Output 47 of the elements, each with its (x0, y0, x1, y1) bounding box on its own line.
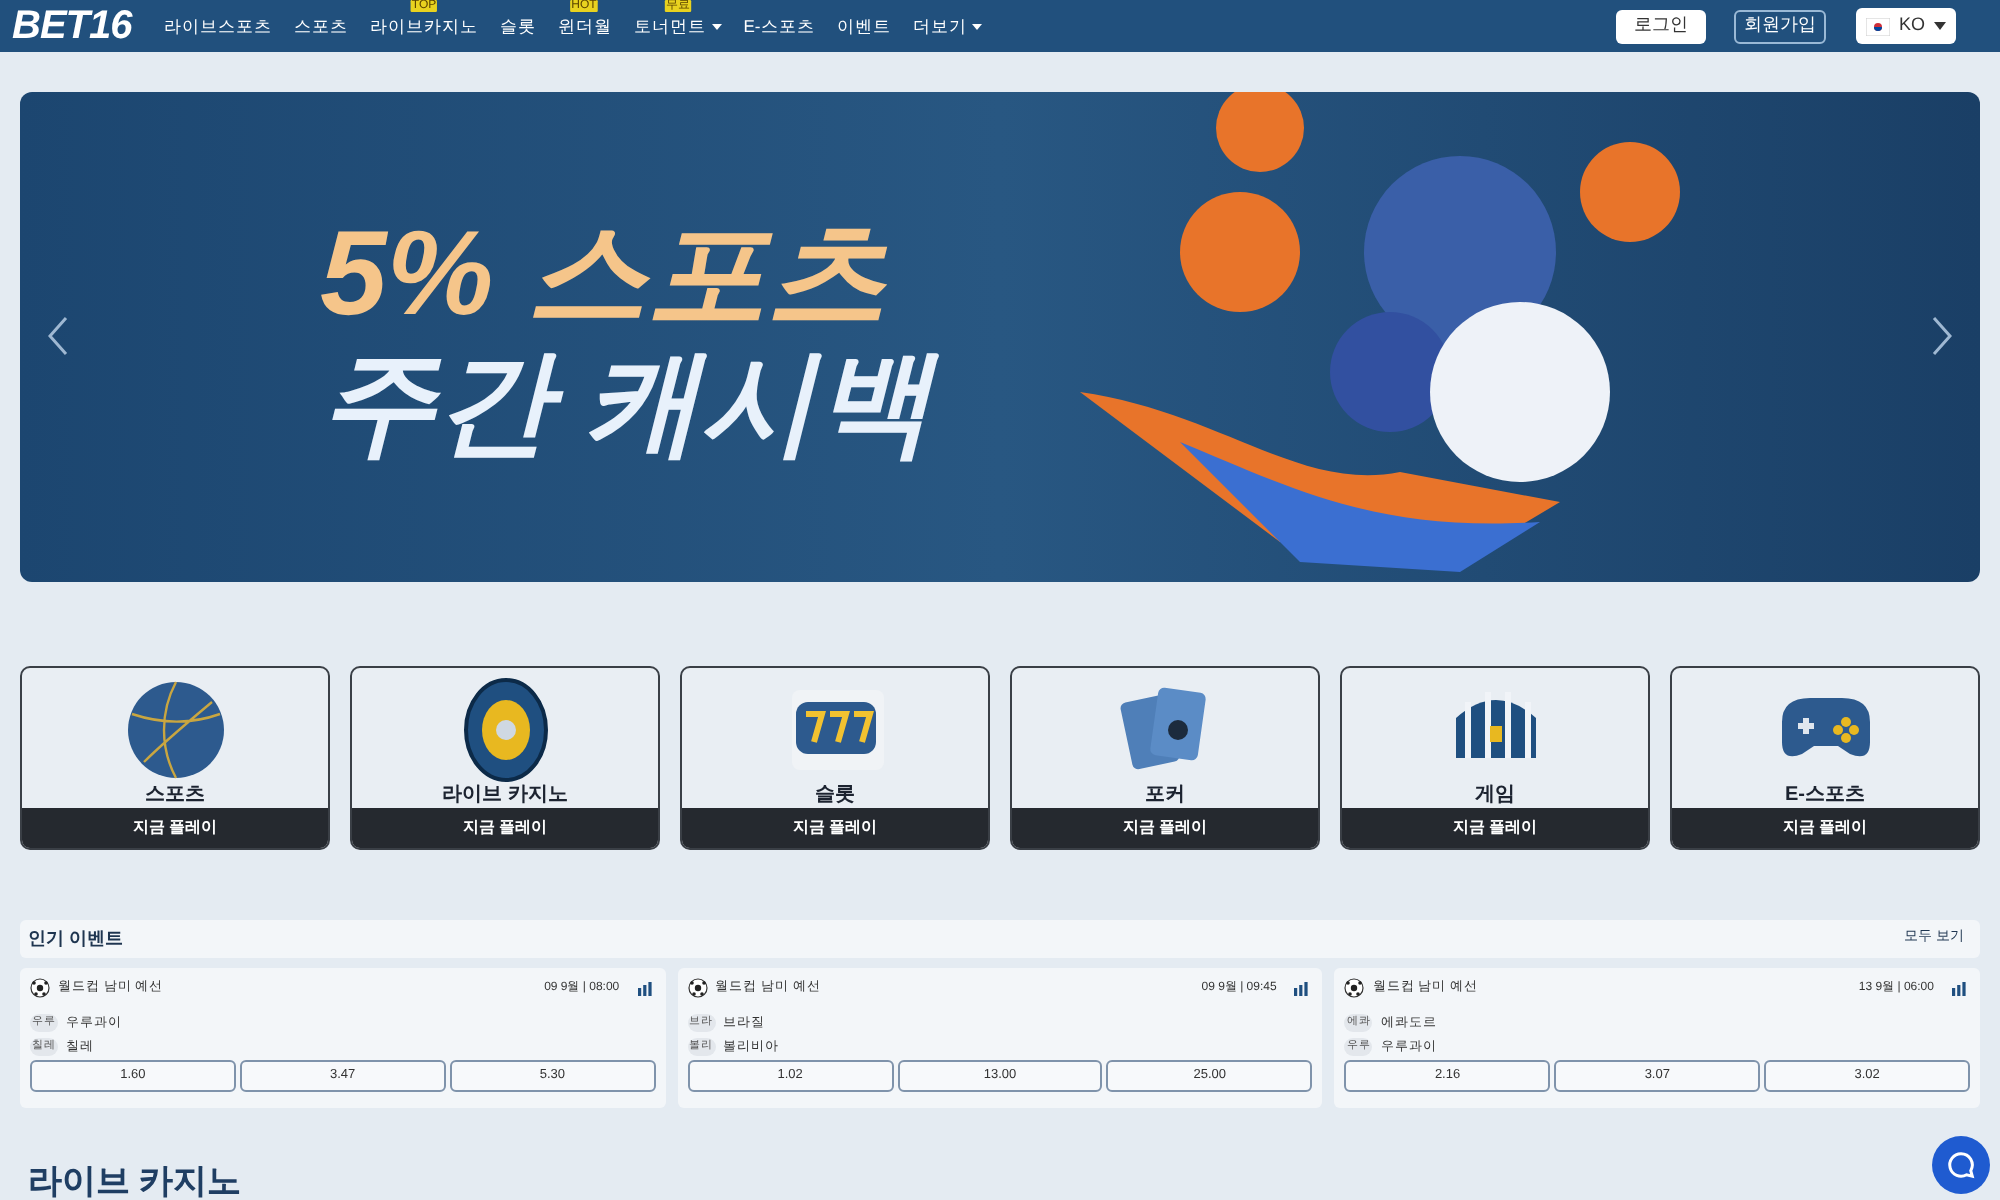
category-title: E-스포츠 (1785, 786, 1865, 806)
play-now-button[interactable]: 지금 플레이 (682, 808, 988, 848)
chevron-right-icon[interactable] (1932, 316, 1952, 356)
nav-link[interactable]: E-스포츠 (743, 13, 815, 39)
category-card[interactable]: 슬롯 지금 플레이 (680, 666, 990, 850)
play-now-button[interactable]: 지금 플레이 (22, 808, 328, 848)
category-title: 슬롯 (815, 786, 855, 806)
logo[interactable]: BET16 (12, 0, 132, 56)
category-title: 라이브 카지노 (442, 786, 568, 806)
stats-icon[interactable] (1294, 981, 1309, 995)
nav-link[interactable]: 토너먼트 (633, 13, 706, 39)
language-select[interactable]: KO (1856, 8, 1956, 44)
play-now-button[interactable]: 지금 플레이 (352, 808, 658, 848)
chevron-left-icon[interactable] (48, 316, 68, 356)
category-title: 스포츠 (145, 786, 205, 806)
stats-icon[interactable] (637, 981, 652, 995)
nav-link[interactable]: 이벤트 (836, 13, 891, 39)
category-title: 게임 (1475, 786, 1515, 806)
flag-icon (1866, 17, 1891, 35)
nav-link[interactable]: 라이브스포츠 (163, 13, 272, 39)
soccer-ball-icon (30, 978, 50, 998)
nav-link[interactable]: 라이브카지노 (369, 13, 478, 39)
chat-icon (1946, 1150, 1976, 1180)
category-card[interactable]: 게임 지금 플레이 (1340, 666, 1650, 850)
play-now-button[interactable]: 지금 플레이 (1342, 808, 1648, 848)
section-title: 인기 이벤트 (28, 925, 124, 952)
nav-link[interactable]: 슬롯 (499, 13, 536, 39)
category-card[interactable]: E-스포츠 지금 플레이 (1670, 666, 1980, 850)
nav-link[interactable]: 스포츠 (293, 13, 348, 39)
category-card[interactable]: 스포츠 지금 플레이 (20, 666, 330, 850)
nav-link[interactable]: 윈더월 (557, 13, 612, 39)
category-title: 포커 (1145, 786, 1185, 806)
signup-button[interactable]: 회원가입 (1734, 9, 1826, 43)
soccer-ball-icon (687, 978, 708, 998)
soccer-ball-icon (1344, 978, 1365, 998)
login-button[interactable]: 로그인 (1616, 9, 1706, 43)
caret-icon (1933, 22, 1945, 30)
play-now-button[interactable]: 지금 플레이 (1672, 808, 1978, 848)
chat-button[interactable] (1932, 1136, 1990, 1194)
section-title: 라이브 카지노 (28, 1160, 242, 1200)
banner-headline: 5% 스포츠 (320, 213, 887, 333)
category-card[interactable]: 라이브 카지노 지금 플레이 (350, 666, 660, 850)
play-now-button[interactable]: 지금 플레이 (1012, 808, 1318, 848)
promo-banner[interactable]: 5% 스포츠 주간 캐시백 (20, 92, 1980, 582)
stats-icon[interactable] (1951, 981, 1966, 995)
nav-link[interactable]: 더보기 (912, 13, 967, 39)
category-card[interactable]: 포커 지금 플레이 (1010, 666, 1320, 850)
